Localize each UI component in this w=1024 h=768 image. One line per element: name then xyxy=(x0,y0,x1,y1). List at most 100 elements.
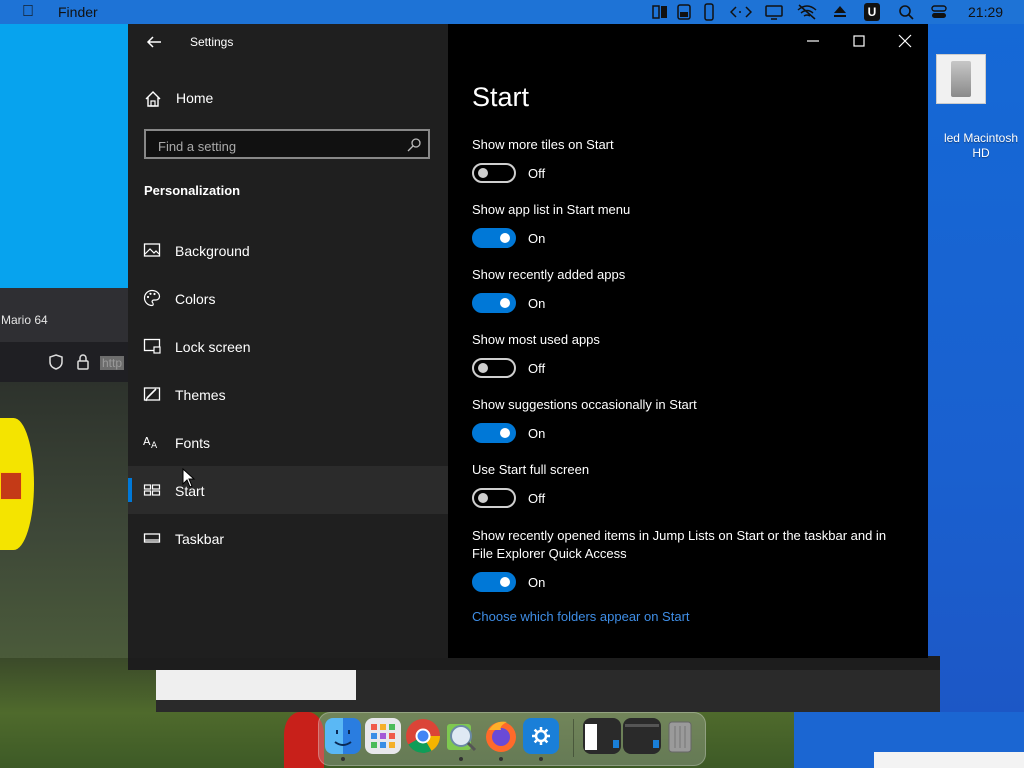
sidebar-item-taskbar[interactable]: Taskbar xyxy=(128,514,448,562)
preview-running-dot xyxy=(459,757,463,761)
firefox-running-dot xyxy=(499,757,503,761)
full-screen-toggle[interactable] xyxy=(472,488,516,508)
sidebar-item-label: Themes xyxy=(175,387,226,403)
suggestions-toggle[interactable] xyxy=(472,423,516,443)
firefox-icon[interactable] xyxy=(483,718,519,754)
dock-separator xyxy=(573,719,574,757)
display-icon[interactable] xyxy=(764,3,784,21)
phone-icon[interactable] xyxy=(702,3,716,21)
block-sprite xyxy=(0,472,22,500)
browser-address-bar: http xyxy=(0,342,128,382)
setting-full-screen: Use Start full screen Off xyxy=(472,461,912,508)
svg-text:A: A xyxy=(143,435,151,448)
control-center-icon[interactable] xyxy=(930,3,948,21)
sidebar-item-lock-screen[interactable]: Lock screen xyxy=(128,322,448,370)
setting-most-used: Show most used apps Off xyxy=(472,331,912,378)
menu-clock[interactable]: 21:29 xyxy=(968,4,1003,20)
apple-icon[interactable]:  xyxy=(22,3,34,21)
settings-sidebar: Settings Home Personalization Background… xyxy=(128,24,448,658)
search-box[interactable] xyxy=(144,129,430,159)
background-window-sky xyxy=(0,24,128,288)
hard-drive-icon[interactable] xyxy=(936,54,986,104)
sidebar-item-colors[interactable]: Colors xyxy=(128,274,448,322)
window-title: Settings xyxy=(190,35,234,49)
sidebar-item-label: Background xyxy=(175,243,250,259)
sidebar-item-themes[interactable]: Themes xyxy=(128,370,448,418)
finder-running-dot xyxy=(341,757,345,761)
svg-text:A: A xyxy=(151,441,158,451)
menu-bar:  Finder U 21:29 xyxy=(0,0,1024,24)
sidebar-item-background[interactable]: Background xyxy=(128,226,448,274)
toggle-state: On xyxy=(528,426,546,441)
menu-app-name[interactable]: Finder xyxy=(58,4,98,20)
more-tiles-toggle[interactable] xyxy=(472,163,516,183)
setting-label: Show most used apps xyxy=(472,332,600,347)
setting-label: Show app list in Start menu xyxy=(472,202,631,217)
picture-icon xyxy=(143,243,161,257)
chrome-icon[interactable] xyxy=(405,718,441,754)
browser-url-text[interactable]: http xyxy=(100,356,125,370)
fonts-icon: AA xyxy=(143,435,158,451)
settings-window: Settings Home Personalization Background… xyxy=(128,24,928,658)
battery-status-icon[interactable] xyxy=(650,3,670,21)
settings-content: Start Show more tiles on Start Off Show … xyxy=(450,24,928,658)
toggle-state: On xyxy=(528,231,546,246)
setting-label: Show recently opened items in Jump Lists… xyxy=(472,528,887,561)
toggle-state: Off xyxy=(528,361,546,376)
start-icon xyxy=(143,484,161,496)
trash-icon[interactable] xyxy=(665,718,695,754)
setting-label: Use Start full screen xyxy=(472,462,590,477)
toggle-state: On xyxy=(528,575,546,590)
sidebar-toggle-icon[interactable] xyxy=(676,3,692,21)
search-icon[interactable] xyxy=(406,137,422,153)
spotlight-search-icon[interactable] xyxy=(898,3,914,21)
sidebar-item-fonts[interactable]: AA Fonts xyxy=(128,418,448,466)
setting-label: Show more tiles on Start xyxy=(472,137,614,152)
lock-icon[interactable] xyxy=(76,354,90,370)
search-input[interactable] xyxy=(156,136,400,156)
most-used-toggle[interactable] xyxy=(472,358,516,378)
home-icon xyxy=(145,91,161,107)
sidebar-item-label: Colors xyxy=(175,291,216,307)
setting-suggestions: Show suggestions occasionally in Start O… xyxy=(472,396,912,443)
toggle-state: Off xyxy=(528,491,546,506)
taskbar-icon xyxy=(143,533,161,543)
setting-label: Show suggestions occasionally in Start xyxy=(472,397,697,412)
setting-app-list: Show app list in Start menu On xyxy=(472,201,912,248)
back-arrow-icon[interactable] xyxy=(144,32,164,52)
finder-icon[interactable] xyxy=(325,718,361,754)
setting-more-tiles: Show more tiles on Start Off xyxy=(472,136,912,183)
app-list-toggle[interactable] xyxy=(472,228,516,248)
section-heading: Personalization xyxy=(144,183,241,198)
code-arrows-icon[interactable] xyxy=(730,3,752,21)
browser-tab-title[interactable]: Mario 64 xyxy=(1,313,48,327)
palette-icon xyxy=(143,289,161,307)
choose-folders-link[interactable]: Choose which folders appear on Start xyxy=(472,609,690,624)
window-shadow xyxy=(128,656,940,670)
hard-drive-label[interactable]: led Macintosh HD xyxy=(936,131,1024,161)
sidebar-item-label: Taskbar xyxy=(175,531,225,547)
wifi-off-icon[interactable] xyxy=(796,3,818,21)
home-nav-item[interactable]: Home xyxy=(144,87,444,111)
page-title: Start xyxy=(472,82,530,112)
recently-added-toggle[interactable] xyxy=(472,293,516,313)
setting-recently-added: Show recently added apps On xyxy=(472,266,912,313)
themes-icon xyxy=(143,387,161,402)
sidebar-item-start[interactable]: Start xyxy=(128,466,448,514)
window-thumbnail-2[interactable] xyxy=(623,718,661,754)
notification-strip xyxy=(874,752,1024,768)
preview-icon[interactable] xyxy=(443,718,479,754)
shield-icon[interactable] xyxy=(48,354,64,370)
window-thumbnail-1[interactable] xyxy=(583,718,621,754)
eject-icon[interactable] xyxy=(832,3,848,21)
background-window-white-strip xyxy=(156,670,356,700)
settings-running-dot xyxy=(539,757,543,761)
mouse-cursor-icon xyxy=(182,468,196,488)
u-app-icon[interactable]: U xyxy=(864,3,880,21)
toggle-state: On xyxy=(528,296,546,311)
jump-lists-toggle[interactable] xyxy=(472,572,516,592)
setting-jump-lists: Show recently opened items in Jump Lists… xyxy=(472,527,892,592)
settings-app-icon[interactable] xyxy=(523,718,559,754)
launchpad-icon[interactable] xyxy=(365,718,401,754)
browser-tab-strip[interactable]: Mario 64 xyxy=(0,288,128,342)
